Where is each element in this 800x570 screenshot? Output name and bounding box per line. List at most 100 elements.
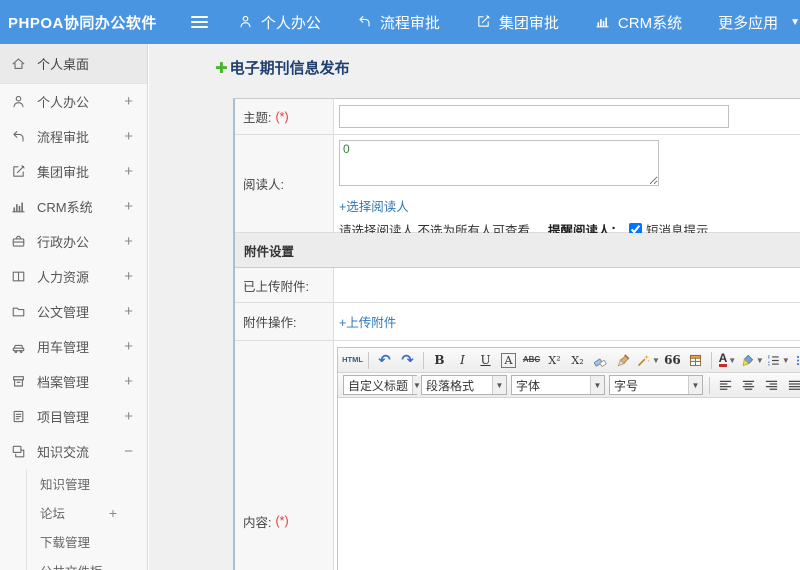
sidebar-item-download-management[interactable]: 下载管理 xyxy=(27,527,147,556)
expand-icon[interactable]: + xyxy=(124,374,133,389)
sidebar-item-vehicle-management[interactable]: 用车管理 + xyxy=(0,329,147,364)
sidebar-item-crm-system[interactable]: CRM系统 + xyxy=(0,189,147,224)
font-family-select[interactable]: 字体 ▼ xyxy=(511,375,605,395)
font-size-select[interactable]: 字号 ▼ xyxy=(609,375,703,395)
unordered-list-icon[interactable] xyxy=(792,350,800,371)
sidebar-item-workflow-approval[interactable]: 流程审批 + xyxy=(0,119,147,154)
redo-button[interactable]: ↷ xyxy=(397,350,418,371)
align-center-icon[interactable] xyxy=(738,375,759,396)
paste-table-icon[interactable] xyxy=(685,350,706,371)
expand-icon[interactable]: + xyxy=(124,199,133,214)
autotypeset-icon[interactable]: ▼ xyxy=(636,350,660,371)
nav-crm-system[interactable]: CRM系统 xyxy=(595,12,682,33)
publish-form: 主题: (*) 阅读人: 0 +选择阅读人 请选择阅读人,不选为所有人可查看 提醒… xyxy=(233,98,800,570)
sidebar: 个人桌面 个人办公 + 流程审批 + 集团审批 + CRM系统 + 行政办公 + 人力资源 + 公文管理 +… xyxy=(0,44,148,570)
toolbar-separator xyxy=(368,351,369,369)
sidebar-item-archive-management[interactable]: 档案管理 + xyxy=(0,364,147,399)
html-source-button[interactable]: HTML xyxy=(342,350,363,371)
attachment-action-row: 附件操作: +上传附件 xyxy=(235,303,800,341)
custom-heading-select[interactable]: 自定义标题 ▼ xyxy=(343,375,421,395)
paragraph-format-select[interactable]: 段落格式 ▼ xyxy=(421,375,507,395)
archive-icon xyxy=(11,374,27,390)
sidebar-item-document-management[interactable]: 公文管理 + xyxy=(0,294,147,329)
chevron-down-icon[interactable]: ▼ xyxy=(590,376,604,394)
hr-icon xyxy=(11,269,27,285)
attachment-section-header: 附件设置 xyxy=(235,233,800,268)
menu-toggle-icon[interactable] xyxy=(191,13,208,31)
expand-icon[interactable]: + xyxy=(124,409,133,424)
editor-content[interactable] xyxy=(338,398,800,570)
chevron-down-icon[interactable]: ▼ xyxy=(412,376,421,394)
superscript-button[interactable]: X² xyxy=(544,350,565,371)
nav-more-apps[interactable]: 更多应用 xyxy=(718,12,778,33)
blockquote-button[interactable]: 66 xyxy=(662,350,683,371)
chevron-down-icon[interactable]: ▼ xyxy=(492,376,506,394)
editor-toolbar-row-2: 自定义标题 ▼ 段落格式 ▼ 字体 ▼ 字号 ▼ xyxy=(338,373,800,398)
person-icon xyxy=(11,94,27,110)
more-apps-caret-icon[interactable]: ▼ xyxy=(790,17,800,28)
align-justify-icon[interactable] xyxy=(784,375,800,396)
top-nav: 个人办公 流程审批 集团审批 CRM系统 更多应用 ▼ xyxy=(238,12,800,33)
person-icon xyxy=(238,14,254,30)
upload-attachment-link[interactable]: +上传附件 xyxy=(339,312,396,331)
undo-button[interactable]: ↶ xyxy=(374,350,395,371)
readers-textarea[interactable]: 0 xyxy=(339,140,659,186)
expand-icon[interactable]: + xyxy=(124,129,133,144)
edit-icon xyxy=(476,14,492,30)
sidebar-item-knowledge-exchange[interactable]: 知识交流 − xyxy=(0,434,147,469)
font-color-button[interactable]: A ▼ xyxy=(717,350,738,371)
toolbar-separator xyxy=(710,351,712,369)
readers-row: 阅读人: 0 +选择阅读人 请选择阅读人,不选为所有人可查看 提醒阅读人： 短消… xyxy=(235,135,800,238)
subject-label: 主题: (*) xyxy=(235,99,334,134)
sidebar-item-forum[interactable]: 论坛 + xyxy=(27,498,147,527)
highlight-color-icon[interactable]: ▼ xyxy=(740,350,764,371)
flow-icon xyxy=(357,14,373,30)
expand-icon[interactable]: + xyxy=(124,164,133,179)
collapse-icon[interactable]: − xyxy=(124,444,133,459)
char-border-button[interactable]: A xyxy=(498,350,519,371)
expand-icon[interactable]: + xyxy=(124,339,133,354)
uploaded-attachments-value xyxy=(334,268,800,302)
expand-icon[interactable]: + xyxy=(124,269,133,284)
nav-group-approval[interactable]: 集团审批 xyxy=(476,12,559,33)
uploaded-attachments-label: 已上传附件: xyxy=(235,268,334,302)
chart-icon xyxy=(11,199,27,215)
briefcase-icon xyxy=(11,234,27,250)
subject-input[interactable] xyxy=(339,105,729,128)
subscript-button[interactable]: X₂ xyxy=(567,350,588,371)
align-right-icon[interactable] xyxy=(761,375,782,396)
sidebar-item-group-approval[interactable]: 集团审批 + xyxy=(0,154,147,189)
expand-icon[interactable]: + xyxy=(109,506,117,520)
sidebar-item-public-file-cabinet[interactable]: 公共文件柜 xyxy=(27,556,147,570)
editor-toolbar-row-1: HTML ↶ ↷ B I U A ABC X² X₂ ▼ 66 A ▼ ▼ ▼ xyxy=(338,348,800,373)
rich-text-editor: HTML ↶ ↷ B I U A ABC X² X₂ ▼ 66 A ▼ ▼ ▼ 自定义标题 ▼ 段落格式 ▼ 字体 ▼ 字… xyxy=(337,347,800,570)
sidebar-item-knowledge-management[interactable]: 知识管理 xyxy=(27,469,147,498)
expand-icon[interactable]: + xyxy=(124,304,133,319)
flow-icon xyxy=(11,129,27,145)
sidebar-item-project-management[interactable]: 项目管理 + xyxy=(0,399,147,434)
nav-personal-office[interactable]: 个人办公 xyxy=(238,12,321,33)
underline-button[interactable]: U xyxy=(475,350,496,371)
format-brush-icon[interactable] xyxy=(613,350,634,371)
content-label: 内容: (*) xyxy=(235,341,334,570)
sidebar-item-administrative-office[interactable]: 行政办公 + xyxy=(0,224,147,259)
sidebar-item-human-resources[interactable]: 人力资源 + xyxy=(0,259,147,294)
align-left-icon[interactable] xyxy=(715,375,736,396)
bold-button[interactable]: B xyxy=(429,350,450,371)
choose-readers-link[interactable]: +选择阅读人 xyxy=(339,196,800,215)
add-icon: ✚ xyxy=(215,59,228,77)
main-content: ✚ 电子期刊信息发布 主题: (*) 阅读人: 0 +选择阅读人 请选择阅读人,不… xyxy=(149,44,800,570)
ordered-list-icon[interactable]: ▼ xyxy=(766,350,790,371)
page-title: ✚ 电子期刊信息发布 xyxy=(215,59,350,78)
eraser-icon[interactable] xyxy=(590,350,611,371)
top-bar: PHPOA协同办公软件 个人办公 流程审批 集团审批 CRM系统 更多应用 ▼ xyxy=(0,0,800,44)
chevron-down-icon[interactable]: ▼ xyxy=(688,376,702,394)
sidebar-item-personal-desktop[interactable]: 个人桌面 xyxy=(0,44,147,84)
sidebar-item-personal-office[interactable]: 个人办公 + xyxy=(0,84,147,119)
expand-icon[interactable]: + xyxy=(124,234,133,249)
italic-button[interactable]: I xyxy=(452,350,473,371)
chart-icon xyxy=(595,14,611,30)
nav-workflow-approval[interactable]: 流程审批 xyxy=(357,12,440,33)
strikethrough-button[interactable]: ABC xyxy=(521,350,542,371)
expand-icon[interactable]: + xyxy=(124,94,133,109)
